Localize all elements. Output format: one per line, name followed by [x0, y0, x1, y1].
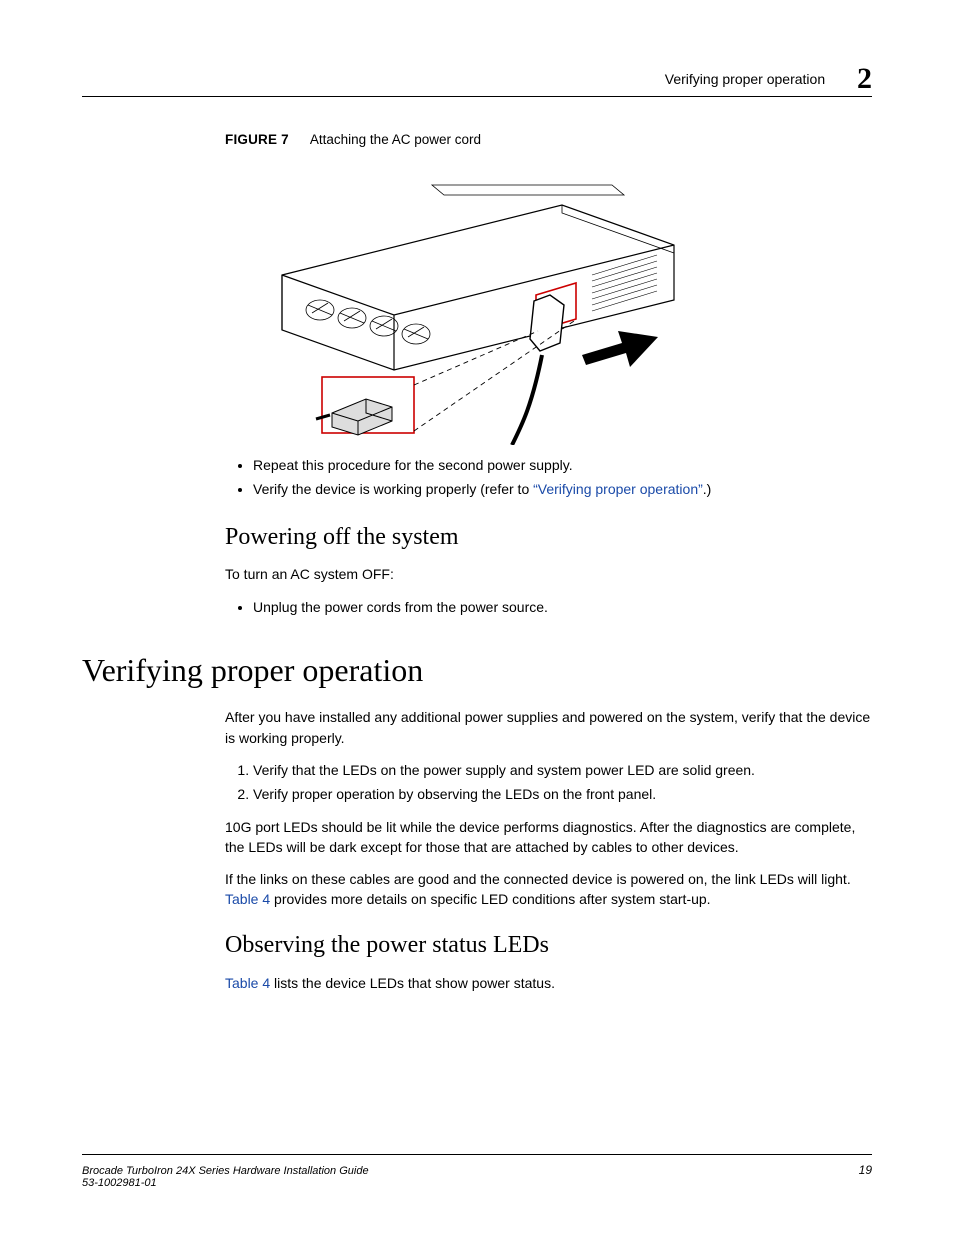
list-item: Unplug the power cords from the power so… — [253, 597, 872, 617]
verifying-steps-list: Verify that the LEDs on the power supply… — [225, 760, 872, 805]
figure-7-illustration — [262, 155, 682, 445]
step-item: Verify that the LEDs on the power supply… — [253, 760, 872, 780]
footer-doc-number: 53-1002981-01 — [82, 1177, 872, 1189]
page-footer: Brocade TurboIron 24X Series Hardware In… — [82, 1165, 872, 1189]
para2-prefix: If the links on these cables are good an… — [225, 871, 851, 887]
bullet-text-suffix: .) — [703, 481, 712, 497]
observing-para-suffix: lists the device LEDs that show power st… — [270, 975, 555, 991]
bullet-text: Repeat this procedure for the second pow… — [253, 457, 573, 473]
step-item: Verify proper operation by observing the… — [253, 784, 872, 804]
step-text: Verify that the LEDs on the power supply… — [253, 762, 755, 778]
verifying-operation-link[interactable]: “Verifying proper operation” — [533, 481, 703, 497]
footer-doc-title: Brocade TurboIron 24X Series Hardware In… — [82, 1165, 872, 1177]
bullet-text: Unplug the power cords from the power so… — [253, 599, 548, 615]
running-title: Verifying proper operation — [665, 71, 825, 87]
step-text: Verify proper operation by observing the… — [253, 786, 656, 802]
para2-suffix: provides more details on specific LED co… — [270, 891, 710, 907]
running-header: Verifying proper operation 2 — [665, 62, 872, 96]
figure-caption: FIGURE 7 Attaching the AC power cord — [225, 132, 872, 147]
observing-leds-heading: Observing the power status LEDs — [225, 928, 872, 963]
list-item: Repeat this procedure for the second pow… — [253, 455, 872, 475]
verifying-para-2: If the links on these cables are good an… — [225, 869, 872, 910]
bullet-text-prefix: Verify the device is working properly (r… — [253, 481, 533, 497]
chapter-number: 2 — [857, 62, 872, 96]
page-number: 19 — [859, 1163, 872, 1177]
powering-off-heading: Powering off the system — [225, 520, 872, 555]
powering-off-bullet-list: Unplug the power cords from the power so… — [225, 597, 872, 617]
observing-para: Table 4 lists the device LEDs that show … — [225, 973, 872, 993]
verifying-intro: After you have installed any additional … — [225, 707, 872, 748]
figure-caption-text: Attaching the AC power cord — [310, 132, 481, 147]
verifying-para-1: 10G port LEDs should be lit while the de… — [225, 817, 872, 858]
table-4-link[interactable]: Table 4 — [225, 891, 270, 907]
post-figure-bullet-list: Repeat this procedure for the second pow… — [225, 455, 872, 500]
verifying-operation-heading: Verifying proper operation — [82, 647, 872, 693]
figure-label: FIGURE 7 — [225, 132, 289, 147]
list-item: Verify the device is working properly (r… — [253, 479, 872, 499]
header-rule — [82, 96, 872, 97]
powering-off-intro: To turn an AC system OFF: — [225, 564, 872, 584]
footer-rule — [82, 1154, 872, 1155]
table-4-link[interactable]: Table 4 — [225, 975, 270, 991]
